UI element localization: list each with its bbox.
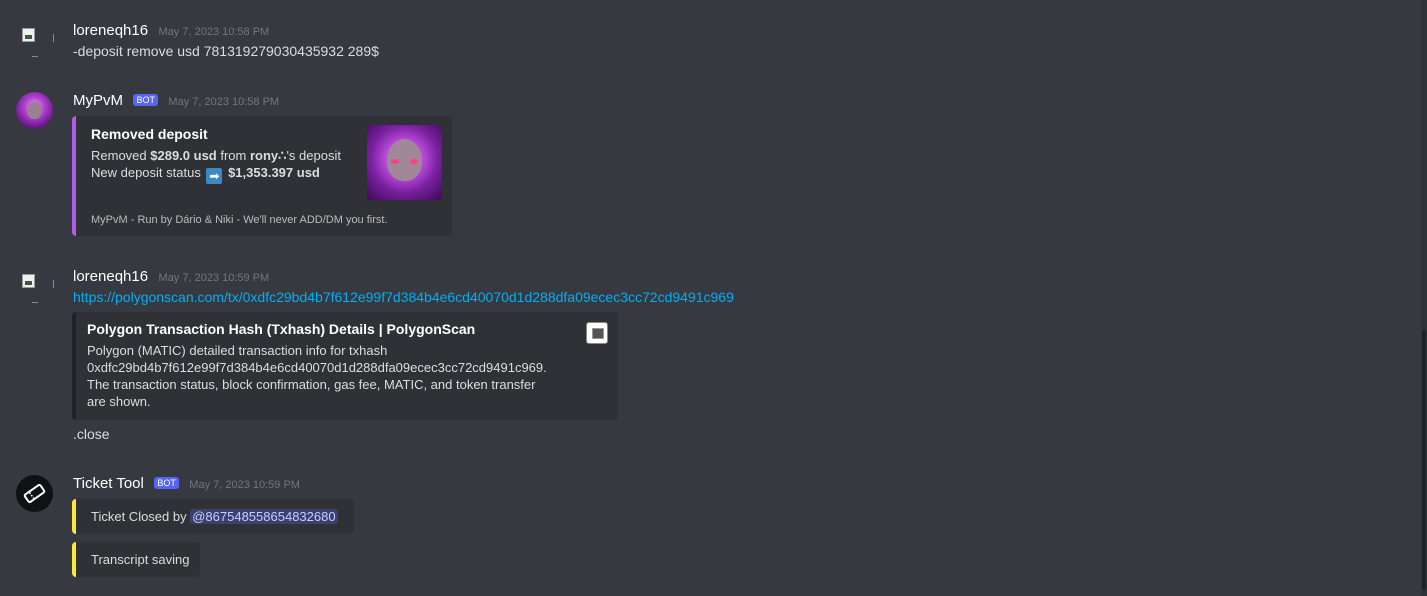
desc-line: are shown. xyxy=(87,394,151,409)
text: New deposit status xyxy=(91,165,205,180)
embed-ticket-closed: Ticket Closed by @867548558654832680 xyxy=(72,499,354,534)
site-thumbnail-icon[interactable] xyxy=(586,322,608,344)
text: Removed xyxy=(91,148,151,163)
divider xyxy=(32,56,38,57)
text: 's deposit xyxy=(286,148,341,163)
embed-description: Polygon (MATIC) detailed transaction inf… xyxy=(87,342,547,410)
amount: $1,353.397 usd xyxy=(228,165,320,180)
bot-badge: BOT xyxy=(133,94,158,106)
desc-line: Polygon (MATIC) detailed transaction inf… xyxy=(87,343,388,358)
embed-removed-deposit: Removed deposit Removed $289.0 usd from … xyxy=(72,116,452,236)
divider xyxy=(32,302,38,303)
embed-thumbnail[interactable] xyxy=(367,125,442,200)
scrollbar[interactable] xyxy=(1421,0,1427,596)
avatar[interactable] xyxy=(16,268,54,305)
embed-transcript: Transcript saving xyxy=(72,542,200,577)
message-header: MyPvM BOT May 7, 2023 10:58 PM xyxy=(73,92,279,112)
desc-line: 0xdfc29bd4b7f612e99f7d384b4e6cd40070d1d2… xyxy=(87,360,547,375)
avatar[interactable] xyxy=(16,22,54,59)
message-header: Ticket Tool BOT May 7, 2023 10:59 PM xyxy=(73,475,300,495)
username[interactable]: loreneqh16 xyxy=(73,268,148,285)
message-link-line: https://polygonscan.com/tx/0xdfc29bd4b7f… xyxy=(73,289,734,305)
thumbnail-eye xyxy=(410,159,418,164)
text: from xyxy=(216,148,250,163)
desc-line: The transaction status, block confirmati… xyxy=(87,377,536,392)
scrollbar-thumb[interactable] xyxy=(1422,330,1426,590)
thumbnail-eye xyxy=(391,159,399,164)
amount: $289.0 usd xyxy=(150,148,217,163)
broken-image-icon xyxy=(22,28,35,42)
broken-image-icon xyxy=(22,274,35,288)
embed-description: Transcript saving xyxy=(91,552,190,567)
username[interactable]: Ticket Tool xyxy=(73,475,144,492)
message-text: .close xyxy=(73,426,110,442)
avatar-face xyxy=(27,102,42,119)
user-name: rony∴ xyxy=(249,148,287,163)
avatar[interactable] xyxy=(16,92,53,129)
divider xyxy=(53,280,54,288)
embed-title: Removed deposit xyxy=(91,126,208,142)
text: Ticket Closed by xyxy=(91,509,191,524)
chat-log: loreneqh16 May 7, 2023 10:58 PM -deposit… xyxy=(0,0,1427,596)
user-mention[interactable]: @867548558654832680 xyxy=(190,509,338,524)
message-header: loreneqh16 May 7, 2023 10:59 PM xyxy=(73,268,269,288)
embed-description: Removed $289.0 usd from rony∴'s deposit … xyxy=(91,147,341,184)
username[interactable]: MyPvM xyxy=(73,92,123,109)
username[interactable]: loreneqh16 xyxy=(73,22,148,39)
timestamp: May 7, 2023 10:58 PM xyxy=(158,26,270,38)
arrow-right-icon: ➡ xyxy=(206,168,223,184)
embed-title[interactable]: Polygon Transaction Hash (Txhash) Detail… xyxy=(87,321,475,337)
timestamp: May 7, 2023 10:58 PM xyxy=(168,96,280,108)
avatar[interactable] xyxy=(16,475,53,512)
embed-polygonscan: Polygon Transaction Hash (Txhash) Detail… xyxy=(72,312,618,420)
message-text: -deposit remove usd 781319279030435932 2… xyxy=(73,43,379,59)
divider xyxy=(53,34,54,42)
message-header: loreneqh16 May 7, 2023 10:58 PM xyxy=(73,22,269,42)
polygonscan-link[interactable]: https://polygonscan.com/tx/0xdfc29bd4b7f… xyxy=(73,289,734,305)
embed-footer: MyPvM - Run by Dário & Niki - We'll neve… xyxy=(91,214,388,226)
ticket-icon xyxy=(23,483,46,504)
timestamp: May 7, 2023 10:59 PM xyxy=(158,272,270,284)
timestamp: May 7, 2023 10:59 PM xyxy=(189,479,300,491)
embed-description: Ticket Closed by @867548558654832680 xyxy=(91,508,338,525)
bot-badge: BOT xyxy=(154,477,179,489)
